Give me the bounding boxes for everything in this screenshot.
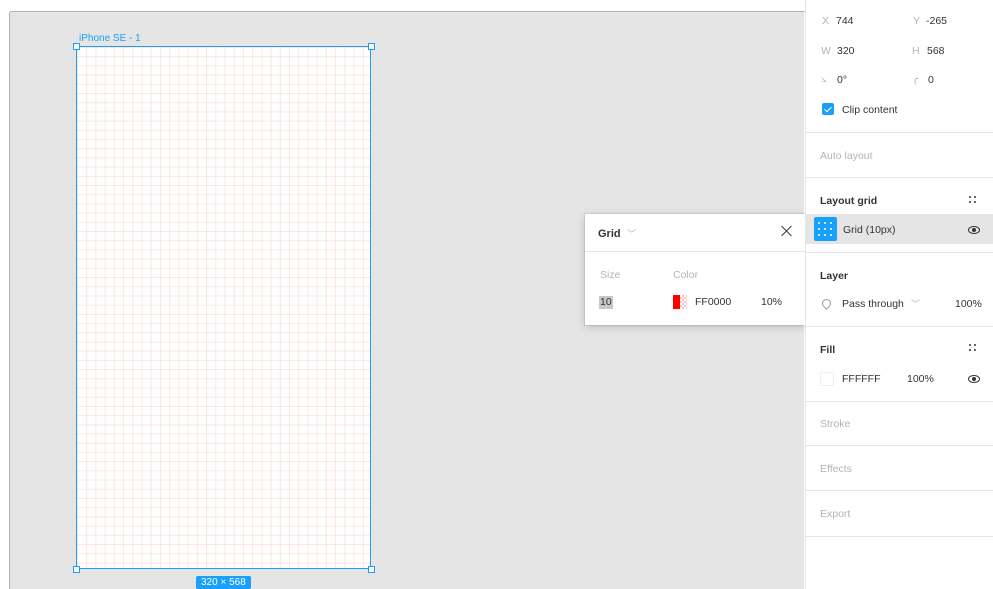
size-label: Size bbox=[600, 269, 621, 281]
x-label: X bbox=[822, 15, 830, 27]
clip-content-label: Clip content bbox=[842, 104, 898, 116]
grid-type-dropdown[interactable]: Grid bbox=[598, 228, 621, 240]
export-title[interactable]: Export bbox=[820, 508, 850, 520]
divider bbox=[806, 132, 993, 133]
h-label: H bbox=[912, 45, 920, 57]
figma-editor: iPhone SE - 1 320 × 568 Grid ﹀ Size Colo… bbox=[0, 0, 993, 589]
color-label: Color bbox=[673, 269, 699, 281]
chevron-down-icon[interactable]: ﹀ bbox=[911, 297, 920, 310]
divider bbox=[806, 536, 993, 537]
frame-size-badge: 320 × 568 bbox=[196, 576, 251, 589]
corner-radius-input[interactable]: 0 bbox=[928, 74, 934, 86]
resize-handle-top-right[interactable] bbox=[368, 43, 375, 50]
layout-grid-title: Layout grid bbox=[820, 195, 878, 207]
popover-header: Grid ﹀ bbox=[585, 214, 806, 252]
chevron-down-icon[interactable]: ﹀ bbox=[627, 227, 636, 240]
eye-pupil bbox=[972, 228, 976, 232]
properties-panel: X 744 Y -265 W 320 H 568 ⦣ 0° ╭ 0 Clip c… bbox=[805, 0, 993, 589]
eye-pupil bbox=[972, 377, 976, 381]
eye-icon[interactable] bbox=[968, 226, 980, 234]
w-input[interactable]: 320 bbox=[837, 45, 855, 57]
grid-settings-icon[interactable] bbox=[814, 217, 837, 241]
grid-color-hex-input[interactable]: FF0000 bbox=[695, 296, 731, 308]
y-label: Y bbox=[913, 15, 921, 27]
layer-title: Layer bbox=[820, 270, 849, 282]
canvas-top-border bbox=[10, 11, 806, 12]
effects-title[interactable]: Effects bbox=[820, 463, 852, 475]
fill-color-swatch[interactable] bbox=[820, 372, 834, 386]
divider bbox=[806, 401, 993, 402]
y-input[interactable]: -265 bbox=[926, 15, 947, 27]
divider bbox=[806, 490, 993, 491]
corner-radius-icon: ╭ bbox=[912, 73, 919, 85]
stroke-title[interactable]: Stroke bbox=[820, 418, 850, 430]
grid-opacity-input[interactable]: 10% bbox=[761, 296, 782, 308]
fill-hex-input[interactable]: FFFFFF bbox=[842, 373, 880, 385]
fill-title: Fill bbox=[820, 344, 836, 356]
fill-opacity-input[interactable]: 100% bbox=[907, 373, 934, 385]
blend-mode-icon bbox=[820, 297, 833, 310]
iphone-frame[interactable] bbox=[76, 46, 371, 569]
resize-handle-bottom-left[interactable] bbox=[73, 566, 80, 573]
grid-size-input[interactable]: 10 bbox=[599, 296, 613, 309]
h-input[interactable]: 568 bbox=[927, 45, 945, 57]
divider bbox=[806, 177, 993, 178]
grid-styles-icon[interactable] bbox=[969, 196, 979, 204]
canvas-left-border bbox=[9, 12, 10, 589]
resize-handle-bottom-right[interactable] bbox=[368, 566, 375, 573]
close-icon[interactable] bbox=[779, 223, 795, 239]
x-input[interactable]: 744 bbox=[836, 15, 854, 27]
layer-opacity-input[interactable]: 100% bbox=[955, 298, 982, 310]
swatch-solid bbox=[673, 295, 680, 309]
w-label: W bbox=[821, 45, 831, 57]
grid-settings-popover: Grid ﹀ Size Color 10 FF0000 10% bbox=[585, 214, 806, 325]
divider bbox=[806, 445, 993, 446]
clip-content-checkbox[interactable] bbox=[822, 103, 834, 115]
fill-styles-icon[interactable] bbox=[969, 344, 979, 352]
blend-mode-dropdown[interactable]: Pass through bbox=[842, 298, 904, 310]
grid-color-swatch[interactable] bbox=[673, 295, 687, 309]
swatch-alpha bbox=[680, 295, 687, 309]
rotation-input[interactable]: 0° bbox=[837, 74, 847, 86]
layout-grid-item-label: Grid (10px) bbox=[843, 224, 896, 236]
frame-label[interactable]: iPhone SE - 1 bbox=[79, 33, 141, 44]
layout-grid-row[interactable]: Grid (10px) bbox=[806, 214, 993, 244]
resize-handle-top-left[interactable] bbox=[73, 43, 80, 50]
rotation-icon: ⦣ bbox=[821, 73, 828, 85]
eye-icon[interactable] bbox=[968, 375, 980, 383]
auto-layout-title[interactable]: Auto layout bbox=[820, 150, 873, 162]
divider bbox=[806, 252, 993, 253]
divider bbox=[806, 326, 993, 327]
